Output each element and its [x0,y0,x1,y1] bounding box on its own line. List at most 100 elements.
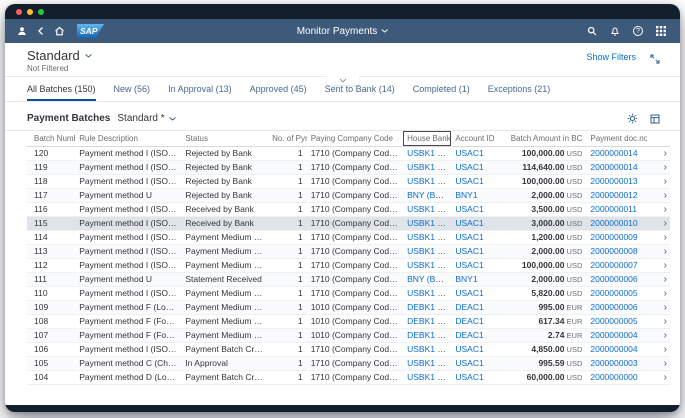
tab-exceptions-21[interactable]: Exceptions (21) [488,77,551,101]
col-no-of-pymts[interactable]: No. of Pymts [268,131,307,147]
payment-doc-link[interactable]: 2000000014 [590,148,637,158]
table-row[interactable]: 112Payment method I (ISO pain.001)Paymen… [27,258,670,273]
table-row[interactable]: 120Payment method I (ISO pain.001)Reject… [27,146,670,161]
show-filters-link[interactable]: Show Filters [586,52,636,62]
account-id-link[interactable]: USAC1 [455,232,483,242]
house-bank-link[interactable]: USBK1 (Ba... [407,260,451,270]
col-paying-company-code[interactable]: Paying Company Code [306,131,404,147]
house-bank-link[interactable]: DEBK1 (De... [407,302,451,312]
payment-doc-link[interactable]: 2000000014 [590,162,637,172]
account-id-link[interactable]: BNY1 [455,190,477,200]
table-row[interactable]: 119Payment method I (ISO pain.001)Reject… [27,160,670,175]
house-bank-link[interactable]: DEBK1 (De... [407,316,451,326]
row-nav-chevron-icon[interactable]: › [647,188,670,203]
col-payment-doc-no[interactable]: Payment doc.no. [586,131,648,147]
payment-doc-link[interactable]: 2000000012 [590,190,637,200]
table-row[interactable]: 107Payment method F (Foreign Transfer...… [27,328,670,343]
app-title-menu[interactable]: Monitor Payments [297,26,389,37]
payment-doc-link[interactable]: 2000000006 [590,274,637,284]
house-bank-link[interactable]: BNY (Bank ... [407,190,451,200]
table-row[interactable]: 115Payment method I (ISO pain.001)Receiv… [27,216,670,231]
payment-doc-link[interactable]: 2000000011 [590,204,637,214]
payment-doc-link[interactable]: 2000000013 [590,176,637,186]
row-nav-chevron-icon[interactable]: › [647,160,670,175]
row-nav-chevron-icon[interactable]: › [647,356,670,371]
variant-selector[interactable]: Standard [27,48,92,63]
account-id-link[interactable]: USAC1 [455,246,483,256]
table-row[interactable]: 117 Payment method U Rejected by Bank 1 1710… [27,188,670,203]
profile-icon[interactable] [17,26,27,36]
account-id-link[interactable]: USAC1 [455,162,483,172]
payment-doc-link[interactable]: 2000000009 [590,232,637,242]
account-id-link[interactable]: USAC1 [455,204,483,214]
table-row[interactable]: 106Payment method I (ISO pain.001)Paymen… [27,342,670,357]
account-id-link[interactable]: USAC1 [455,288,483,298]
back-icon[interactable] [37,26,44,36]
payment-doc-link[interactable]: 2000000003 [590,358,637,368]
row-nav-chevron-icon[interactable]: › [647,286,670,301]
house-bank-link[interactable]: USBK1 (Ba... [407,358,451,368]
account-id-link[interactable]: DEAC1 [455,330,483,340]
row-nav-chevron-icon[interactable]: › [647,230,670,245]
row-nav-chevron-icon[interactable]: › [647,272,670,287]
house-bank-link[interactable]: USBK1 (Ba... [407,204,451,214]
account-id-link[interactable]: USAC1 [455,148,483,158]
account-id-link[interactable]: USAC1 [455,260,483,270]
col-batch-number[interactable]: Batch Number [27,131,76,147]
expand-header-icon[interactable] [650,51,660,69]
house-bank-link[interactable]: DEBK1 (De... [407,330,451,340]
row-nav-chevron-icon[interactable]: › [647,244,670,259]
table-row[interactable]: 110Payment method I (ISO pain.001)Paymen… [27,286,670,301]
search-icon[interactable] [587,26,597,36]
tab-new-56[interactable]: New (56) [114,77,151,101]
col-house-bank[interactable]: House Bank [403,131,452,147]
close-button[interactable] [16,8,22,15]
table-row[interactable]: 114Payment method I (ISO pain.001)Paymen… [27,230,670,245]
payment-doc-link[interactable]: 2000000006 [590,302,637,312]
payment-doc-link[interactable]: 2000000008 [590,246,637,256]
house-bank-link[interactable]: USBK1 (Ba... [407,372,451,382]
col-batch-amount[interactable]: Batch Amount in BC [499,131,587,147]
house-bank-link[interactable]: USBK1 (Ba... [407,232,451,242]
table-row[interactable]: 109Payment method F (Local Transfer 1)Pa… [27,300,670,315]
row-nav-chevron-icon[interactable]: › [647,216,670,231]
house-bank-link[interactable]: USBK1 (Ba... [407,176,451,186]
row-nav-chevron-icon[interactable]: › [647,258,670,273]
house-bank-link[interactable]: USBK1 (Ba... [407,162,451,172]
house-bank-link[interactable]: USBK1 (Ba... [407,288,451,298]
row-nav-chevron-icon[interactable]: › [647,328,670,343]
house-bank-link[interactable]: USBK1 (Ba... [407,218,451,228]
house-bank-link[interactable]: USBK1 (Ba... [407,344,451,354]
account-id-link[interactable]: USAC1 [455,372,483,382]
tab-all-batches-150[interactable]: All Batches (150) [27,77,96,101]
tab-approved-45[interactable]: Approved (45) [250,77,307,101]
col-status[interactable]: Status [181,131,269,147]
account-id-link[interactable]: DEAC1 [455,302,483,312]
row-nav-chevron-icon[interactable]: › [647,300,670,315]
table-row[interactable]: 104Payment method D (Local Transfer 2)Pa… [27,370,670,385]
zoom-button[interactable] [38,8,44,15]
table-row[interactable]: 108Payment method F (Foreign Transfer...… [27,314,670,329]
tab-completed-1[interactable]: Completed (1) [413,77,470,101]
account-id-link[interactable]: USAC1 [455,358,483,368]
payment-doc-link[interactable]: 2000000007 [590,260,637,270]
help-icon[interactable] [633,26,643,36]
house-bank-link[interactable]: USBK1 (Ba... [407,246,451,256]
collapse-header-button[interactable] [326,76,359,85]
payment-doc-link[interactable]: 2000000004 [590,330,637,340]
account-id-link[interactable]: DEAC1 [455,316,483,326]
payment-doc-link[interactable]: 2000000005 [590,316,637,326]
row-nav-chevron-icon[interactable]: › [647,146,670,161]
table-row[interactable]: 105 Payment method C (Check) In Approval 1 1… [27,356,670,371]
home-icon[interactable] [54,26,65,36]
sap-logo[interactable]: SAP [77,24,104,38]
house-bank-link[interactable]: BNY (Bank ... [407,274,451,284]
table-row[interactable]: 116Payment method I (ISO pain.001)Receiv… [27,202,670,217]
house-bank-link[interactable]: USBK1 (Ba... [407,148,451,158]
col-rule-description[interactable]: Rule Description [75,131,182,147]
row-nav-chevron-icon[interactable]: › [647,370,670,385]
row-nav-chevron-icon[interactable]: › [647,342,670,357]
settings-gear-icon[interactable] [627,113,638,124]
account-id-link[interactable]: BNY1 [455,274,477,284]
row-nav-chevron-icon[interactable]: › [647,314,670,329]
